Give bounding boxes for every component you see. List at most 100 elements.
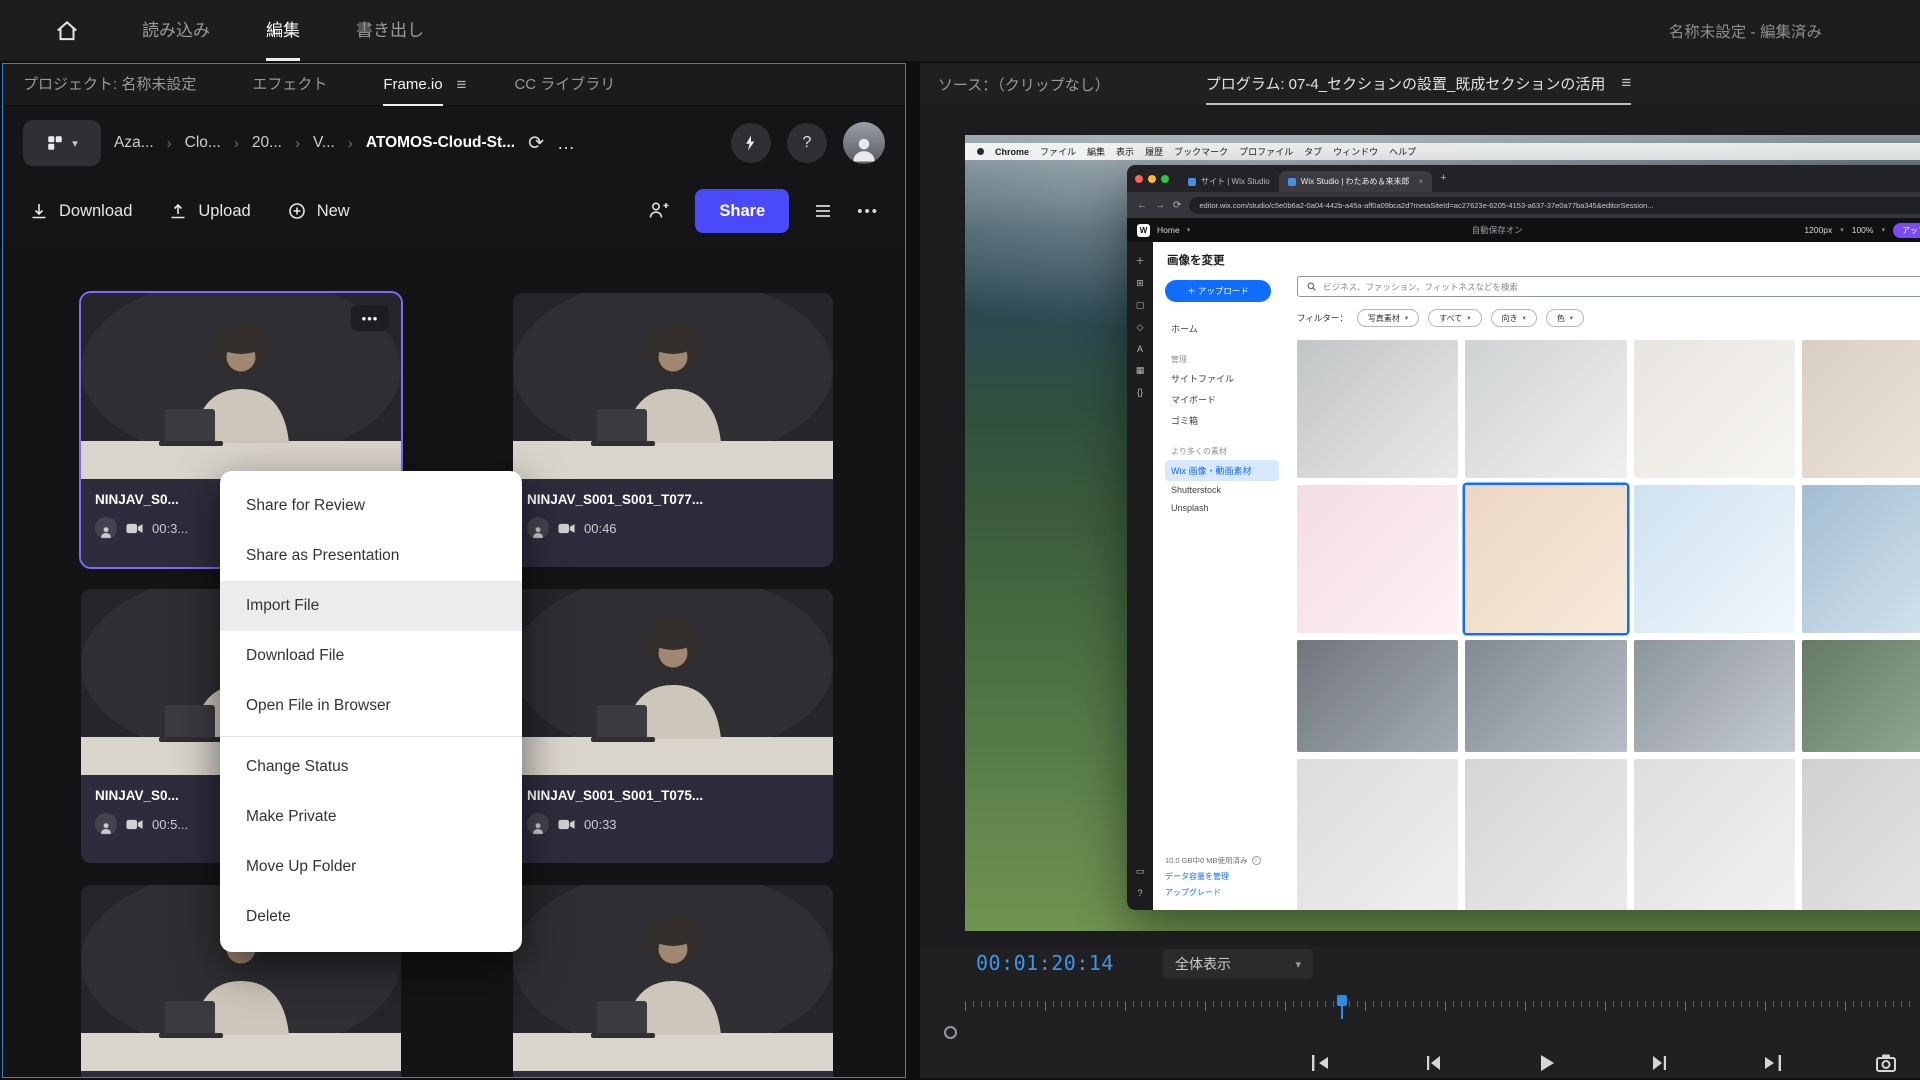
clip-card[interactable]: NINJAV_S001_S001_T075... 00:33 xyxy=(513,589,833,863)
timeline-zoom-handle[interactable] xyxy=(944,1026,957,1039)
tab-export[interactable]: 書き出し xyxy=(356,0,424,61)
more-options-button[interactable]: ••• xyxy=(857,203,879,220)
filter-pill-all: すべて ▾ xyxy=(1428,309,1482,327)
help-button[interactable]: ? xyxy=(787,123,827,163)
storage-usage: 10.0 GB中0 MB使用済み xyxy=(1165,856,1248,865)
pages-icon: ▢ xyxy=(1135,300,1145,310)
mac-menu-item: ヘルプ xyxy=(1389,147,1417,157)
menu-item-move-up-folder[interactable]: Move Up Folder xyxy=(220,842,522,892)
clip-context-menu: Share for Review Share as Presentation I… xyxy=(220,471,522,952)
go-to-in-button[interactable] xyxy=(1308,1051,1332,1075)
tab-import[interactable]: 読み込み xyxy=(142,0,210,61)
media-search-field: ビジネス、ファッション、フィットネスなどを検索 xyxy=(1297,276,1920,297)
collaborator-avatar xyxy=(95,517,117,539)
download-icon xyxy=(32,204,46,219)
add-collaborator-button[interactable] xyxy=(647,199,671,223)
photo-thumbnail xyxy=(1801,340,1920,478)
program-time-ruler[interactable] xyxy=(965,995,1918,1019)
favicon xyxy=(1188,177,1196,186)
user-avatar[interactable] xyxy=(843,122,885,164)
play-icon xyxy=(1541,1055,1555,1071)
upgrade-link: アップグレード xyxy=(1165,888,1221,897)
play-button[interactable] xyxy=(1534,1051,1558,1075)
browser-tab-strip: サイト | Wix Studio Wix Studio | わたあめ＆来未郎 × … xyxy=(1127,165,1920,192)
avatar-person-icon xyxy=(849,134,879,164)
download-label: Download xyxy=(59,201,133,220)
refresh-icon[interactable]: ⟳ xyxy=(528,132,544,155)
breadcrumb-current-folder[interactable]: ATOMOS-Cloud-St... xyxy=(366,134,515,152)
playhead[interactable] xyxy=(1337,995,1347,1019)
media-search-placeholder: ビジネス、ファッション、フィットネスなどを検索 xyxy=(1323,281,1518,292)
tab-frameio[interactable]: Frame.io xyxy=(383,64,442,106)
menu-item-download-file[interactable]: Download File xyxy=(220,631,522,681)
list-view-button[interactable] xyxy=(813,201,833,221)
tab-cc-libraries[interactable]: CC ライブラリ xyxy=(514,64,615,106)
chevron-down-icon: ▾ xyxy=(1186,227,1191,234)
program-title: プログラム: 07-4_セクションの設置_既成セクションの活用 xyxy=(1205,75,1606,93)
export-frame-icon xyxy=(1875,1054,1896,1072)
breadcrumb-item[interactable]: 20... xyxy=(252,134,282,152)
menu-item-delete[interactable]: Delete xyxy=(220,892,522,942)
menu-item-make-private[interactable]: Make Private xyxy=(220,792,522,842)
panel-menu-icon[interactable]: ≡ xyxy=(457,75,467,95)
frameio-header-actions: ? xyxy=(731,122,885,164)
download-button[interactable]: Download xyxy=(29,201,132,221)
menu-item-change-status[interactable]: Change Status xyxy=(220,742,522,792)
wix-editor-body: ＋ ⊞ ▢ ◇ A ▦ {} ▭ ? 画像を変更 ＋ アップロード ホーム 管理… xyxy=(1127,242,1920,910)
frameio-toolbar: Download Upload New Share ••• xyxy=(3,180,905,242)
chevron-down-icon: ▾ xyxy=(1569,315,1574,322)
go-to-out-icon xyxy=(1764,1055,1781,1071)
clip-name: NINJAV_S001_S001_T077... xyxy=(527,492,704,507)
quick-actions-button[interactable] xyxy=(731,123,771,163)
account-switcher-button[interactable]: ▾ xyxy=(23,120,101,166)
wix-autosave-status: 自動保存オン xyxy=(1471,225,1523,235)
tab-project[interactable]: プロジェクト: 名称未設定 xyxy=(23,64,196,106)
camera-icon xyxy=(558,522,575,535)
clip-card[interactable]: NINJAV_S001_S001_T073... xyxy=(513,885,833,1077)
program-timecode[interactable]: 00:01:20:14 xyxy=(976,951,1114,975)
tab-source-monitor[interactable]: ソース：（クリップなし） xyxy=(938,74,1110,95)
breadcrumb-overflow-icon[interactable]: … xyxy=(557,133,577,154)
clip-meta: 00:33 xyxy=(527,813,819,835)
go-to-out-button[interactable] xyxy=(1761,1051,1785,1075)
tab-program-monitor[interactable]: プログラム: 07-4_セクションの設置_既成セクションの活用 ≡ xyxy=(1205,63,1632,105)
clip-more-button[interactable]: ••• xyxy=(351,305,389,331)
clip-name: NINJAV_S001_S001_T075... xyxy=(527,788,704,803)
forward-icon: → xyxy=(1155,199,1165,211)
info-icon: i xyxy=(1251,856,1261,865)
home-button[interactable] xyxy=(54,18,80,44)
photo-thumbnail xyxy=(1633,485,1795,633)
text-icon: A xyxy=(1136,344,1143,354)
filter-label: フィルター： xyxy=(1297,313,1348,323)
filter-pill-media-type: 写真素材 ▾ xyxy=(1356,309,1420,327)
breadcrumb-item[interactable]: V... xyxy=(313,134,335,152)
help-icon: ? xyxy=(1137,888,1143,898)
zoom-fit-select[interactable]: 全体表示 ▾ xyxy=(1163,949,1313,979)
breadcrumb-item[interactable]: Aza... xyxy=(114,134,154,152)
playhead-handle[interactable] xyxy=(1337,995,1347,1006)
wix-canvas-width: 1200px xyxy=(1804,225,1833,235)
tab-edit[interactable]: 編集 xyxy=(266,0,300,61)
menu-item-share-as-presentation[interactable]: Share as Presentation xyxy=(220,531,522,581)
new-tab-icon: + xyxy=(1440,172,1447,184)
photo-thumbnail xyxy=(1633,340,1795,478)
share-button[interactable]: Share xyxy=(695,189,790,233)
monitor-stage: Chrome ファイル 編集 表示 履歴 ブックマーク プロファイル タブ ウィ… xyxy=(920,105,1920,945)
step-forward-button[interactable] xyxy=(1648,1051,1672,1075)
panel-menu-icon[interactable]: ≡ xyxy=(1621,73,1631,93)
tab-effects[interactable]: エフェクト xyxy=(252,64,327,106)
frameio-header: ▾ Aza... › Clo... › 20... › V... › ATOMO… xyxy=(3,106,905,180)
wix-tool-rail: ＋ ⊞ ▢ ◇ A ▦ {} ▭ ? xyxy=(1127,242,1153,910)
upload-button[interactable]: Upload xyxy=(168,201,251,221)
export-frame-button[interactable] xyxy=(1874,1051,1898,1075)
mac-menu-item: 履歴 xyxy=(1145,147,1164,157)
step-back-button[interactable] xyxy=(1421,1051,1445,1075)
photo-thumbnail xyxy=(1633,640,1795,752)
clip-card[interactable]: NINJAV_S001_S001_T077... 00:46 xyxy=(513,293,833,567)
menu-item-share-for-review[interactable]: Share for Review xyxy=(220,481,522,531)
program-video: Chrome ファイル 編集 表示 履歴 ブックマーク プロファイル タブ ウィ… xyxy=(965,135,1920,931)
breadcrumb-item[interactable]: Clo... xyxy=(185,134,221,152)
menu-item-open-file-in-browser[interactable]: Open File in Browser xyxy=(220,681,522,731)
new-button[interactable]: New xyxy=(287,201,350,221)
menu-item-import-file[interactable]: Import File xyxy=(220,581,522,631)
